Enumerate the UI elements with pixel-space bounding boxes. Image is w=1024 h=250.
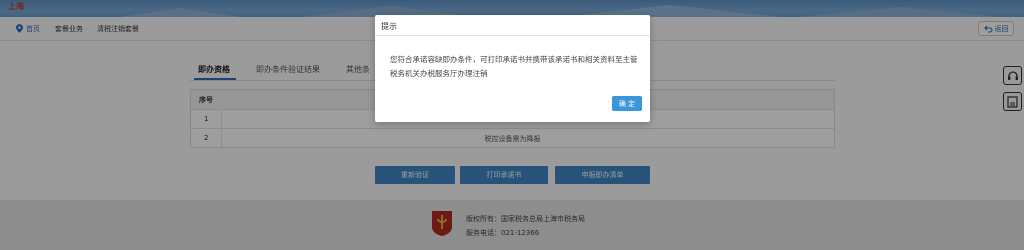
dialog-message: 您符合承诺容缺即办条件，可打印承诺书并携带该承诺书和相关资料至主管税务机关办税服… (390, 55, 638, 78)
dialog-title: 提示 (381, 22, 397, 31)
alert-dialog: 提示 您符合承诺容缺即办条件，可打印承诺书并携带该承诺书和相关资料至主管税务机关… (375, 15, 650, 122)
dialog-header: 提示 (375, 15, 650, 36)
dialog-ok-button[interactable]: 确 定 (612, 96, 642, 111)
